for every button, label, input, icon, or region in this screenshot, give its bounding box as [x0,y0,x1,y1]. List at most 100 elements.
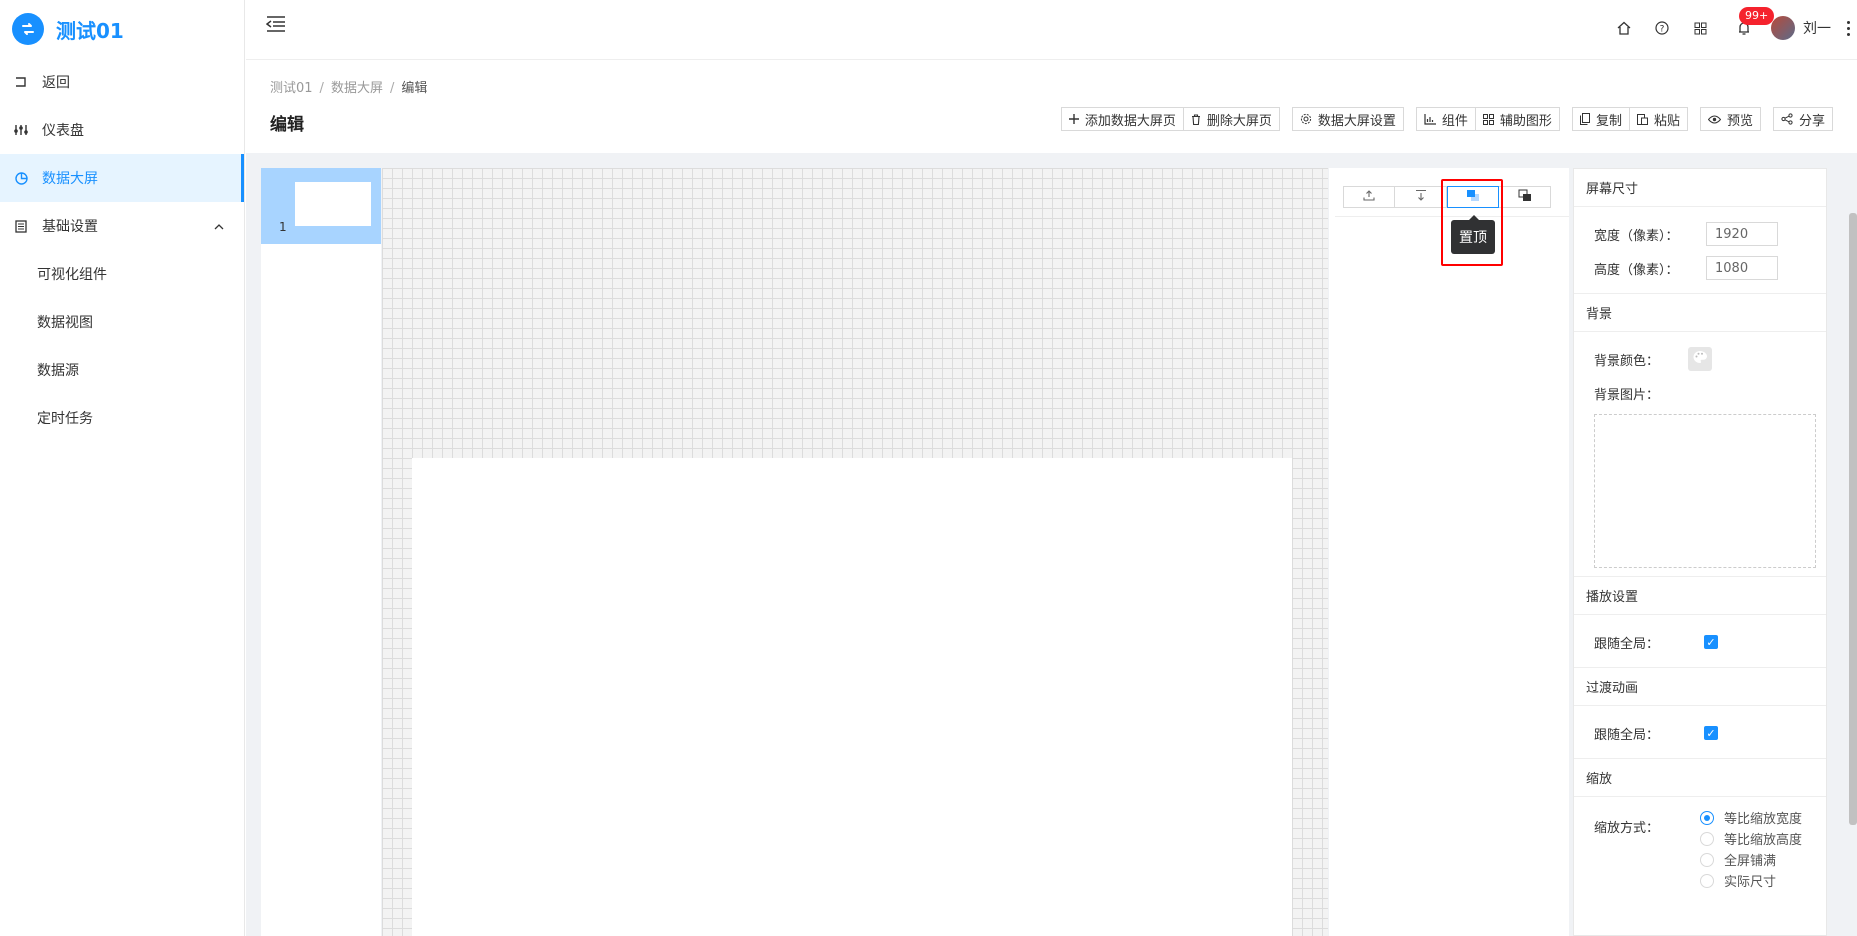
follow-global-label: 跟随全局： [1594,727,1660,743]
eye-icon [1707,115,1721,124]
trash-icon [1191,113,1201,125]
follow-global-checkbox[interactable]: ✓ [1704,635,1718,649]
palette-icon [1692,350,1708,368]
screen-settings-button[interactable]: 数据大屏设置 [1291,107,1404,131]
more-vertical-icon[interactable] [1843,20,1853,36]
layer-panel: 置顶 [1329,168,1569,936]
paste-button[interactable]: 粘贴 [1629,107,1688,131]
notification-bell-icon[interactable]: 99+ [1725,7,1775,47]
breadcrumb-item[interactable]: 数据大屏 [331,81,383,96]
copy-icon [1579,113,1590,125]
section-title: 过渡动画 [1574,668,1826,706]
return-icon [14,75,28,89]
sidebar-item-label: 返回 [42,75,70,91]
help-icon[interactable]: ? [1643,9,1681,47]
width-input[interactable]: 1920 [1706,222,1778,246]
screen-size-section: 宽度（像素）： 1920 高度（像素）： 1080 [1574,207,1826,294]
components-button[interactable]: 组件 [1415,107,1476,131]
thumbnail-number: 1 [279,220,287,234]
scrollbar[interactable] [1849,213,1857,825]
apps-grid-icon[interactable] [1681,9,1719,47]
width-label: 宽度（像素）： [1594,228,1679,244]
avatar[interactable] [1771,16,1795,40]
insert-group: 组件 辅助图形 [1415,107,1560,131]
settings-group: 数据大屏设置 [1291,107,1404,131]
radio-option[interactable]: 实际尺寸 [1700,870,1802,891]
radio-icon [1700,852,1714,867]
sidebar-item-data-screen[interactable]: 数据大屏 [0,154,244,202]
gear-icon [1300,113,1312,125]
clipboard-group: 复制 粘贴 [1571,107,1688,131]
design-canvas[interactable] [382,168,1328,936]
follow-global-label: 跟随全局： [1594,636,1660,652]
delete-page-button[interactable]: 删除大屏页 [1183,107,1280,131]
paste-icon [1636,113,1648,125]
share-icon [1781,113,1793,125]
radio-option[interactable]: 等比缩放宽度 [1700,807,1802,828]
top-header: ? 99+ 刘一 [246,0,1857,60]
section-title: 背景 [1574,294,1826,332]
sidebar-item-dashboard[interactable]: 仪表盘 [0,106,244,154]
sidebar-subitem-scheduled-tasks[interactable]: 定时任务 [0,394,244,442]
toolbar: 添加数据大屏页 删除大屏页 数据大屏设置 组件 辅助图形 复制 粘贴 预览 分享 [1049,107,1833,131]
radio-option[interactable]: 等比缩放高度 [1700,828,1802,849]
home-icon[interactable] [1605,9,1643,47]
thumbnail-preview [295,182,371,226]
editor-area: 1 置顶 屏幕尺寸 宽度（像素）： 1920 高度（像素）： 1080 背景 背… [246,153,1857,936]
brand-title: 测试01 [56,18,124,43]
preview-button[interactable]: 预览 [1699,107,1761,131]
section-title: 缩放 [1574,759,1826,797]
notification-badge: 99+ [1739,7,1775,25]
sidebar-subitem-data-views[interactable]: 数据视图 [0,298,244,346]
sidebar-item-label: 数据大屏 [42,171,98,187]
scaling-mode-options: 等比缩放宽度 等比缩放高度 全屏铺满 实际尺寸 [1700,807,1802,891]
copy-button[interactable]: 复制 [1571,107,1630,131]
sidebar-item-return[interactable]: 返回 [0,58,244,106]
page-thumbnail[interactable]: 1 [261,168,381,244]
height-input[interactable]: 1080 [1706,256,1778,280]
send-to-back-icon [1518,189,1532,206]
share-button[interactable]: 分享 [1772,107,1833,131]
radio-option[interactable]: 全屏铺满 [1700,849,1802,870]
sidebar-item-label: 仪表盘 [42,123,84,139]
move-up-icon [1363,189,1375,205]
bar-chart-icon [1424,113,1436,125]
page-thumbnails: 1 [261,168,381,936]
sidebar-item-basic-settings[interactable]: 基础设置 [0,202,244,250]
username[interactable]: 刘一 [1803,18,1831,38]
send-to-bottom-button[interactable] [1499,186,1551,208]
section-title: 屏幕尺寸 [1574,169,1826,207]
brand[interactable]: 测试01 [0,0,244,58]
aux-shapes-button[interactable]: 辅助图形 [1475,107,1560,131]
breadcrumb: 测试01/数据大屏 / 编辑 [270,81,428,96]
sidebar-subitem-visual-components[interactable]: 可视化组件 [0,250,244,298]
page-title: 编辑 [270,115,304,135]
scaling-section: 缩放方式： 等比缩放宽度 等比缩放高度 全屏铺满 实际尺寸 [1574,797,1826,899]
move-down-icon [1415,189,1427,205]
follow-global-checkbox[interactable]: ✓ [1704,726,1718,740]
bg-image-upload[interactable] [1594,414,1816,568]
menu-fold-icon[interactable] [265,16,286,34]
sidebar: 测试01 返回 仪表盘 数据大屏 基础设置 可视化组件 数据视图 数据源 定时任… [0,0,245,936]
svg-text:?: ? [1660,24,1665,34]
screen-artboard[interactable] [412,458,1292,936]
scaling-mode-label: 缩放方式： [1594,821,1660,836]
breadcrumb-item[interactable]: 测试01 [270,81,313,96]
page-actions-group: 添加数据大屏页 删除大屏页 [1060,107,1280,131]
page-heading: 测试01/数据大屏 / 编辑 编辑 添加数据大屏页 删除大屏页 数据大屏设置 组件 … [246,61,1857,153]
dashboard-icon [14,123,28,137]
sidebar-subitem-data-sources[interactable]: 数据源 [0,346,244,394]
background-section: 背景颜色： 背景图片： [1574,332,1826,577]
sidebar-item-label: 基础设置 [42,219,98,235]
transition-section: 跟随全局： ✓ [1574,706,1826,759]
move-down-layer-button[interactable] [1395,186,1447,208]
radio-icon [1700,831,1714,846]
move-up-layer-button[interactable] [1343,186,1395,208]
plus-icon [1068,114,1079,124]
add-page-button[interactable]: 添加数据大屏页 [1060,107,1184,131]
preview-group: 预览 [1699,107,1761,131]
share-group: 分享 [1772,107,1833,131]
color-picker-button[interactable] [1688,347,1712,371]
breadcrumb-current: 编辑 [401,81,428,96]
brand-logo-icon [12,13,44,45]
